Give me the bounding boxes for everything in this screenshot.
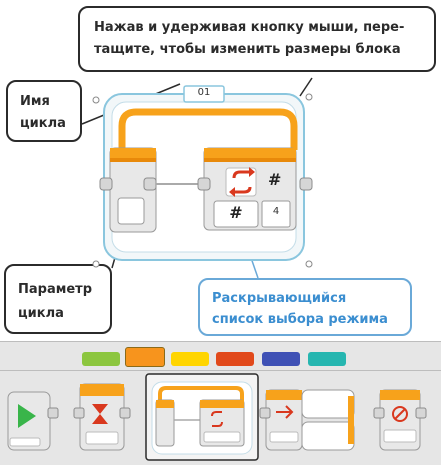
palette-block-wait[interactable] (73, 383, 131, 451)
mode-dropdown-symbol: # (229, 203, 243, 222)
loop-end-input-plug[interactable] (197, 177, 211, 191)
loop-name-label: 01 (197, 87, 211, 98)
loop-parameter-slot[interactable] (117, 197, 145, 225)
loop-input-plug[interactable] (99, 177, 113, 191)
loop-block-diagram (81, 77, 313, 279)
count-output-symbol: # (268, 170, 282, 189)
count-value-text: 4 (272, 206, 280, 217)
loop-output-plug[interactable] (299, 177, 313, 191)
loop-inner-plug[interactable] (143, 177, 157, 191)
palette-block-start[interactable] (7, 391, 59, 451)
resize-handle-bottom-right[interactable] (305, 260, 313, 268)
block-palette (0, 341, 441, 465)
resize-handle-top-left[interactable] (92, 96, 100, 104)
palette-block-switch[interactable] (259, 389, 355, 451)
loop-icon (225, 167, 257, 197)
resize-handle-bottom-left[interactable] (92, 260, 100, 268)
palette-block-loop-interrupt[interactable] (373, 389, 427, 451)
palette-block-loop[interactable] (145, 373, 259, 461)
resize-handle-top-right[interactable] (305, 93, 313, 101)
palette-blocks (7, 373, 427, 461)
